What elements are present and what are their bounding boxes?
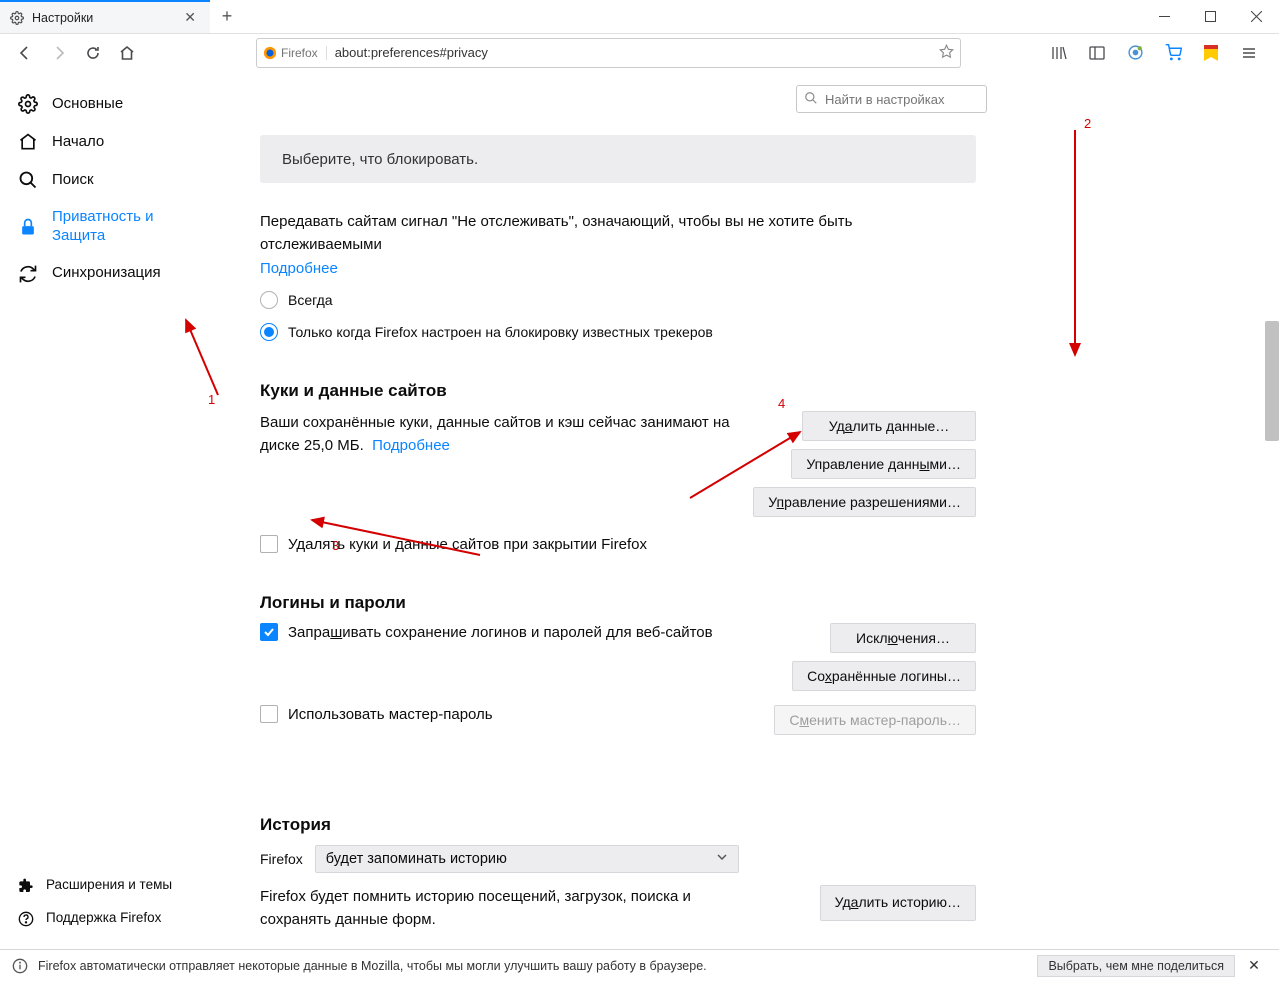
cookies-more-link[interactable]: Подробнее <box>372 437 450 454</box>
sidebar-item-label: Поиск <box>52 171 94 190</box>
sidebar-item-label: Начало <box>52 133 104 152</box>
choose-share-button[interactable]: Выбрать, чем мне поделиться <box>1037 955 1235 977</box>
sidebar-item-label: Поддержка Firefox <box>46 910 161 927</box>
search-input[interactable] <box>796 85 987 113</box>
preferences-main: Выберите, что блокировать. Передавать са… <box>224 71 1279 949</box>
checkbox-label: Использовать мастер-пароль <box>288 706 493 723</box>
info-icon <box>12 958 28 974</box>
tab-strip: Настройки ✕ + <box>0 0 1279 33</box>
cookies-text: Ваши сохранённые куки, данные сайтов и к… <box>260 411 733 458</box>
history-desc: Firefox будет помнить историю посещений,… <box>260 885 760 932</box>
history-label: Firefox <box>260 851 303 867</box>
tab-close-icon[interactable]: ✕ <box>180 9 200 26</box>
dnt-radio-always[interactable]: Всегда <box>260 291 976 309</box>
sidebar-item-addons[interactable]: Расширения и темы <box>0 869 224 902</box>
sidebar-item-home[interactable]: Начало <box>0 123 224 161</box>
forward-button[interactable] <box>44 38 74 68</box>
navigation-toolbar: Firefox <box>0 33 1279 71</box>
cookies-heading: Куки и данные сайтов <box>260 381 976 401</box>
delete-history-button[interactable]: Удалить историю… <box>820 885 976 921</box>
sidebar-item-general[interactable]: Основные <box>0 85 224 123</box>
preferences-sidebar: Основные Начало Поиск Приватность и Защи… <box>0 71 224 949</box>
dnt-radio-known[interactable]: Только когда Firefox настроен на блокиро… <box>260 323 976 341</box>
close-button[interactable] <box>1233 0 1279 33</box>
search-icon <box>18 170 38 190</box>
checkbox-icon[interactable] <box>260 705 278 723</box>
telemetry-footer: Firefox автоматически отправляет некотор… <box>0 949 1279 981</box>
sidebar-item-label: Приватность и Защита <box>52 208 182 246</box>
bookmark-star-icon[interactable] <box>939 44 954 62</box>
home-icon <box>18 132 38 152</box>
addon-icon[interactable] <box>1121 39 1149 67</box>
identity-box[interactable]: Firefox <box>263 46 327 60</box>
delete-on-close-row[interactable]: Удалять куки и данные сайтов при закрыти… <box>260 535 976 553</box>
tab-preferences[interactable]: Настройки ✕ <box>0 0 210 33</box>
banner-text: Выберите, что блокировать. <box>282 151 478 168</box>
dnt-more-link[interactable]: Подробнее <box>260 260 338 277</box>
url-input[interactable] <box>327 45 939 60</box>
search-icon <box>804 91 818 108</box>
window-controls <box>1141 0 1279 33</box>
back-button[interactable] <box>10 38 40 68</box>
manage-data-button[interactable]: Управление данными… <box>791 449 976 479</box>
radio-label: Всегда <box>288 292 333 308</box>
sidebar-icon[interactable] <box>1083 39 1111 67</box>
exceptions-button[interactable]: Исключения… <box>830 623 976 653</box>
footer-close-icon[interactable]: ✕ <box>1241 955 1267 977</box>
dnt-text: Передавать сайтам сигнал "Не отслеживать… <box>260 211 976 256</box>
manage-permissions-button[interactable]: Управление разрешениями… <box>753 487 976 517</box>
menu-icon[interactable] <box>1235 39 1263 67</box>
bookmark-flag-icon[interactable] <box>1197 39 1225 67</box>
sidebar-item-support[interactable]: Поддержка Firefox <box>0 902 224 935</box>
checkbox-label: Удалять куки и данные сайтов при закрыти… <box>288 536 647 553</box>
sync-icon <box>18 264 38 284</box>
gear-icon <box>10 11 24 25</box>
checkbox-label: Запрашивать сохранение логинов и паролей… <box>288 624 713 641</box>
help-icon <box>18 911 34 927</box>
logins-heading: Логины и пароли <box>260 593 976 613</box>
url-bar[interactable]: Firefox <box>256 38 961 68</box>
radio-icon[interactable] <box>260 323 278 341</box>
gear-icon <box>18 94 38 114</box>
footer-text: Firefox автоматически отправляет некотор… <box>38 959 707 973</box>
cart-icon[interactable] <box>1159 39 1187 67</box>
sidebar-item-label: Расширения и темы <box>46 877 172 894</box>
lock-icon <box>18 217 38 237</box>
reload-button[interactable] <box>78 38 108 68</box>
master-password-row[interactable]: Использовать мастер-пароль <box>260 705 774 723</box>
blocking-banner: Выберите, что блокировать. <box>260 135 976 183</box>
history-mode-select[interactable]: будет запоминать историю <box>315 845 739 873</box>
ask-save-logins-row[interactable]: Запрашивать сохранение логинов и паролей… <box>260 623 792 641</box>
chevron-down-icon <box>716 851 728 867</box>
sidebar-item-sync[interactable]: Синхронизация <box>0 255 224 293</box>
sidebar-item-privacy[interactable]: Приватность и Защита <box>0 199 224 255</box>
radio-label: Только когда Firefox настроен на блокиро… <box>288 324 713 340</box>
change-master-button: Сменить мастер-пароль… <box>774 705 976 735</box>
preferences-search <box>796 85 987 113</box>
home-button[interactable] <box>112 38 142 68</box>
sidebar-item-search[interactable]: Поиск <box>0 161 224 199</box>
select-value: будет запоминать историю <box>326 851 507 867</box>
library-icon[interactable] <box>1045 39 1073 67</box>
maximize-button[interactable] <box>1187 0 1233 33</box>
minimize-button[interactable] <box>1141 0 1187 33</box>
history-heading: История <box>260 815 976 835</box>
checkbox-icon[interactable] <box>260 535 278 553</box>
radio-icon[interactable] <box>260 291 278 309</box>
sidebar-item-label: Синхронизация <box>52 264 161 283</box>
delete-data-button[interactable]: Удалить данные… <box>802 411 976 441</box>
checkbox-icon[interactable] <box>260 623 278 641</box>
sidebar-item-label: Основные <box>52 95 123 114</box>
saved-logins-button[interactable]: Сохранённые логины… <box>792 661 976 691</box>
scrollbar-thumb[interactable] <box>1265 321 1279 441</box>
identity-label: Firefox <box>281 46 318 60</box>
puzzle-icon <box>18 878 34 894</box>
new-tab-button[interactable]: + <box>210 0 244 33</box>
tab-title: Настройки <box>32 11 93 25</box>
